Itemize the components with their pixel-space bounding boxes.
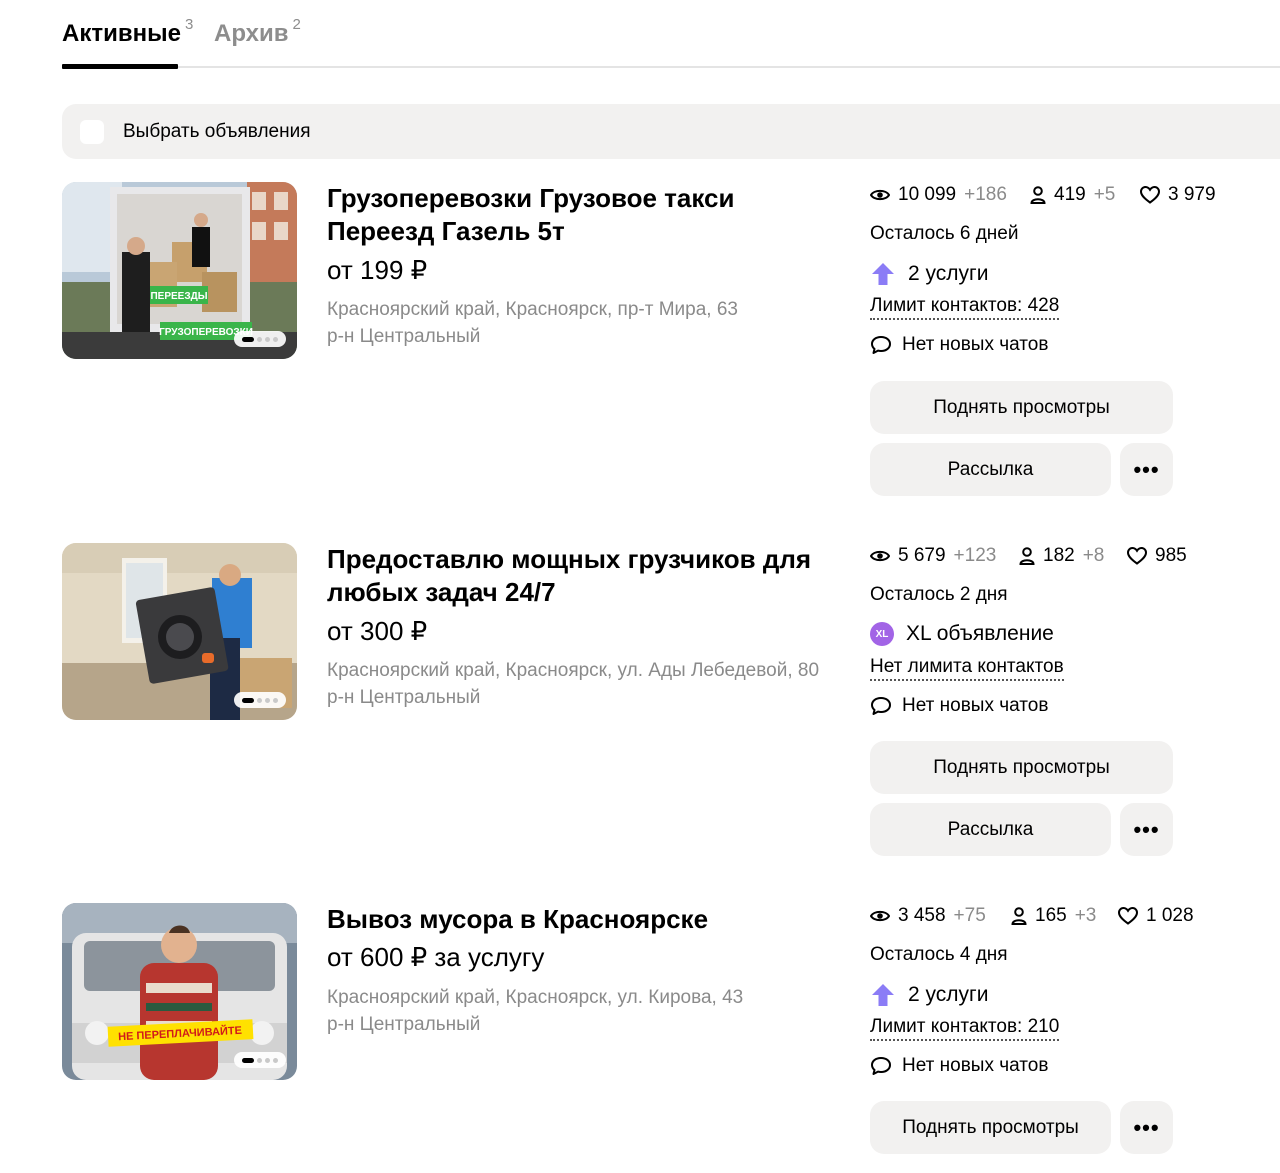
raise-views-button[interactable]: Поднять просмотры xyxy=(870,741,1173,794)
tab-active-count: 3 xyxy=(184,16,194,33)
days-remaining: Осталось 6 дней xyxy=(870,223,1019,244)
views-stat: 3 458 +75 xyxy=(870,905,986,927)
listing-title[interactable]: Грузоперевозки Грузовое такси Переезд Га… xyxy=(327,182,847,248)
views-count: 10 099 xyxy=(898,184,957,205)
mailing-button[interactable]: Рассылка xyxy=(870,443,1111,496)
person-icon xyxy=(1011,907,1027,925)
tab-active[interactable]: Активные 3 xyxy=(62,16,193,48)
services-label: 2 услуги xyxy=(908,983,989,1006)
tab-active-label: Активные xyxy=(62,20,181,47)
listing-price: от 300 ₽ xyxy=(327,616,428,646)
contacts-count: 419 xyxy=(1054,184,1086,205)
views-count: 3 458 xyxy=(898,905,946,926)
contacts-limit[interactable]: Лимит контактов: 210 xyxy=(870,1016,1060,1041)
views-stat: 10 099 +186 xyxy=(870,184,1007,206)
contacts-stat: 165 +3 xyxy=(1011,905,1096,927)
contacts-delta: +5 xyxy=(1093,184,1116,205)
active-tab-indicator xyxy=(62,64,178,69)
chats-label: Нет новых чатов xyxy=(902,1055,1049,1076)
listing-address: Красноярский край, Красноярск, пр-т Мира… xyxy=(327,299,738,320)
contacts-delta: +8 xyxy=(1082,545,1105,566)
services-info[interactable]: XL XL объявление xyxy=(870,622,1054,646)
person-icon xyxy=(1030,186,1046,204)
heart-icon xyxy=(1118,907,1138,925)
services-info[interactable]: 2 услуги xyxy=(870,261,988,287)
listing-photo[interactable]: НЕ ПЕРЕПЛАЧИВАЙТЕ xyxy=(62,903,297,1080)
contacts-delta: +3 xyxy=(1074,905,1097,926)
tab-archive[interactable]: Архив 2 xyxy=(214,16,301,48)
favorites-count: 1 028 xyxy=(1146,905,1194,926)
contacts-stat: 182 +8 xyxy=(1019,545,1104,567)
chats-status[interactable]: Нет новых чатов xyxy=(870,334,1048,356)
chat-bubble-icon xyxy=(871,697,891,715)
services-label: XL объявление xyxy=(906,622,1054,645)
favorites-stat: 985 xyxy=(1127,545,1187,567)
listing-title[interactable]: Вывоз мусора в Красноярске xyxy=(327,903,847,936)
listing-district: р-н Центральный xyxy=(327,1014,481,1035)
contacts-count: 165 xyxy=(1035,905,1067,926)
days-remaining: Осталось 2 дня xyxy=(870,584,1008,605)
contacts-limit[interactable]: Лимит контактов: 428 xyxy=(870,295,1060,320)
photo-pagination xyxy=(234,692,286,708)
eye-icon xyxy=(870,550,890,562)
tabs-bar: Активные 3 Архив 2 xyxy=(62,0,1280,70)
person-icon xyxy=(1019,547,1035,565)
heart-icon xyxy=(1140,186,1160,204)
listing-district: р-н Центральный xyxy=(327,687,481,708)
services-label: 2 услуги xyxy=(908,262,989,285)
xl-badge-icon: XL xyxy=(870,622,894,646)
more-options-button[interactable]: ••• xyxy=(1120,1101,1173,1154)
listing-photo[interactable]: ПЕРЕЕЗДЫ ГРУЗОПЕРЕВОЗКИ xyxy=(62,182,297,359)
eye-icon xyxy=(870,189,890,201)
days-remaining: Осталось 4 дня xyxy=(870,944,1008,965)
views-delta: +123 xyxy=(953,545,997,566)
listing-title[interactable]: Предоставлю мощных грузчиков для любых з… xyxy=(327,543,847,609)
contacts-stat: 419 +5 xyxy=(1030,184,1115,206)
views-delta: +75 xyxy=(953,905,986,926)
heart-icon xyxy=(1127,547,1147,565)
views-stat: 5 679 +123 xyxy=(870,545,996,567)
photo-caption: ПЕРЕЕЗДЫ xyxy=(150,291,207,302)
chat-bubble-icon xyxy=(871,1057,891,1075)
select-all-checkbox[interactable] xyxy=(80,120,104,144)
listing-district: р-н Центральный xyxy=(327,326,481,347)
select-listings-bar: Выбрать объявления xyxy=(62,104,1280,159)
chats-label: Нет новых чатов xyxy=(902,334,1049,355)
select-listings-label: Выбрать объявления xyxy=(123,121,311,142)
services-info[interactable]: 2 услуги xyxy=(870,982,988,1008)
tabs-divider xyxy=(62,66,1280,68)
favorites-stat: 3 979 xyxy=(1140,184,1216,206)
listing-card: Предоставлю мощных грузчиков для любых з… xyxy=(0,543,1280,873)
listing-card: ПЕРЕЕЗДЫ ГРУЗОПЕРЕВОЗКИ Грузоперевозки Г… xyxy=(0,182,1280,512)
tab-archive-count: 2 xyxy=(292,16,301,33)
listing-address: Красноярский край, Красноярск, ул. Киров… xyxy=(327,987,744,1008)
more-options-button[interactable]: ••• xyxy=(1120,443,1173,496)
listing-address: Красноярский край, Красноярск, ул. Ады Л… xyxy=(327,660,820,681)
listing-price: от 600 ₽ за услугу xyxy=(327,942,545,972)
contacts-limit[interactable]: Нет лимита контактов xyxy=(870,656,1064,681)
raise-views-button[interactable]: Поднять просмотры xyxy=(870,381,1173,434)
listing-card: НЕ ПЕРЕПЛАЧИВАЙТЕ Вывоз мусора в Красноя… xyxy=(0,903,1280,1173)
chat-bubble-icon xyxy=(871,336,891,354)
views-count: 5 679 xyxy=(898,545,946,566)
chats-status[interactable]: Нет новых чатов xyxy=(870,1055,1048,1077)
eye-icon xyxy=(870,910,890,922)
mailing-button[interactable]: Рассылка xyxy=(870,803,1111,856)
listing-price: от 199 ₽ xyxy=(327,255,428,285)
chats-label: Нет новых чатов xyxy=(902,695,1049,716)
photo-pagination xyxy=(234,1052,286,1068)
contacts-count: 182 xyxy=(1043,545,1075,566)
favorites-stat: 1 028 xyxy=(1118,905,1194,927)
arrow-up-icon xyxy=(872,984,894,1006)
views-delta: +186 xyxy=(964,184,1007,205)
favorites-count: 985 xyxy=(1155,545,1187,566)
tab-archive-label: Архив xyxy=(214,20,289,47)
arrow-up-icon xyxy=(872,263,894,285)
raise-views-button[interactable]: Поднять просмотры xyxy=(870,1101,1111,1154)
photo-pagination xyxy=(234,331,286,347)
chats-status[interactable]: Нет новых чатов xyxy=(870,695,1048,717)
listing-photo[interactable] xyxy=(62,543,297,720)
favorites-count: 3 979 xyxy=(1168,184,1216,205)
more-options-button[interactable]: ••• xyxy=(1120,803,1173,856)
